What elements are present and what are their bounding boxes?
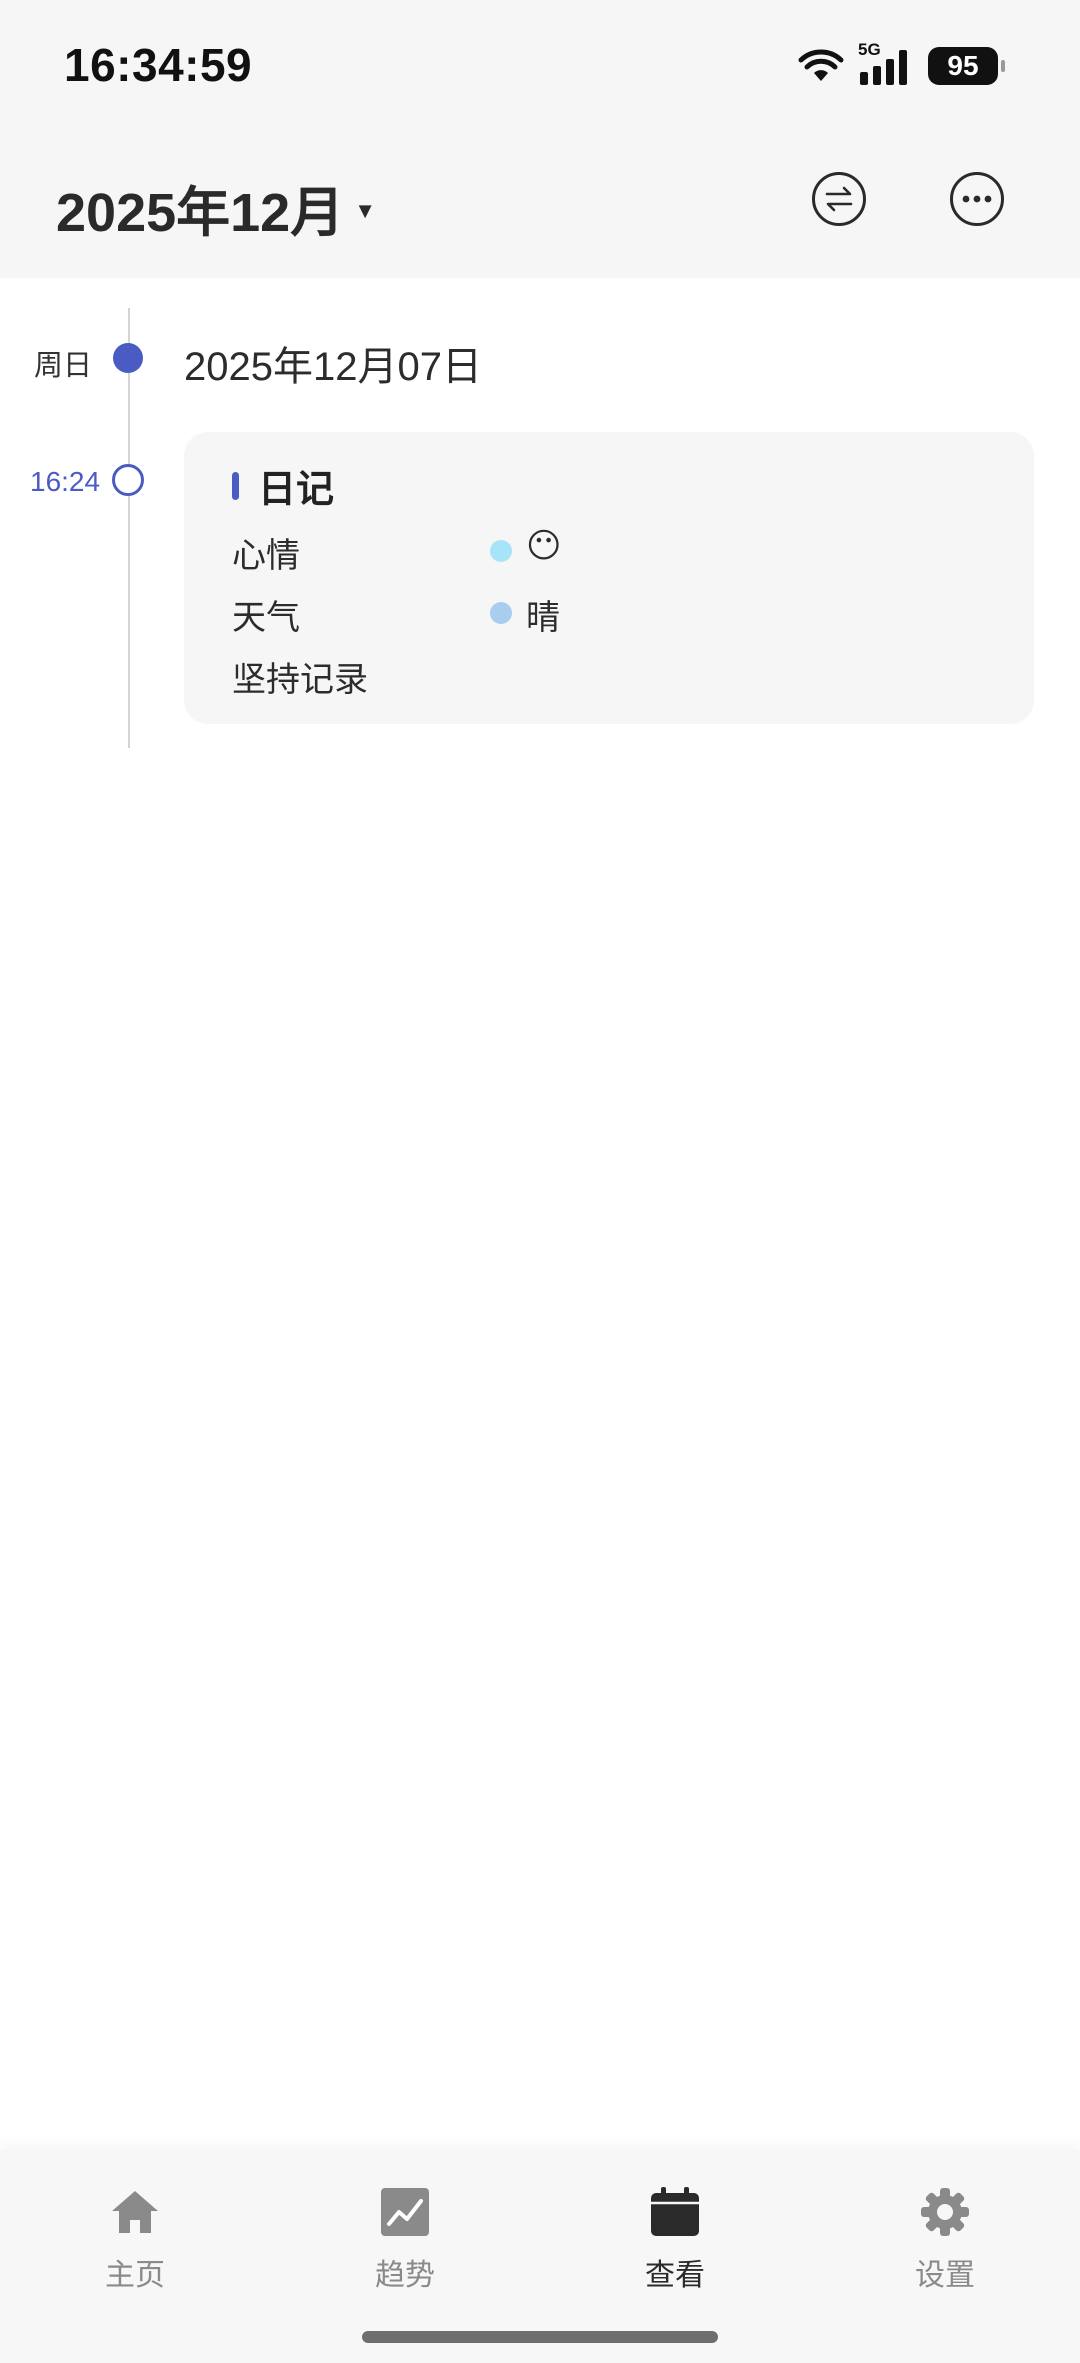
- header: 2025年12月 ▼: [0, 130, 1080, 278]
- day-marker: [113, 343, 143, 373]
- status-indicators: 5G 95: [798, 40, 1005, 88]
- month-title: 2025年12月: [56, 183, 345, 243]
- battery-level: 95: [947, 50, 979, 81]
- mood-dot: [490, 540, 512, 562]
- tab-view[interactable]: 查看: [605, 2186, 745, 2296]
- diary-entry-card[interactable]: 日记 心情 😶 天气 晴 坚持记录: [184, 432, 1034, 724]
- status-time: 16:34:59: [64, 39, 253, 91]
- gear-icon: [921, 2188, 969, 2236]
- entry-time: 16:24: [30, 466, 101, 497]
- title-accent-bar: [232, 472, 239, 500]
- swap-arrows-icon: [825, 186, 853, 212]
- timeline-line: [128, 308, 130, 748]
- tab-settings[interactable]: 设置: [875, 2186, 1015, 2296]
- streak-label: 坚持记录: [232, 661, 368, 699]
- weather-dot: [490, 602, 512, 624]
- more-dots-icon: [962, 195, 992, 203]
- date-heading: 2025年12月07日: [184, 345, 482, 389]
- entry-title: 日记: [258, 469, 335, 511]
- month-selector[interactable]: 2025年12月 ▼: [56, 168, 376, 247]
- more-button[interactable]: [950, 172, 1004, 226]
- weather-value: 晴: [526, 599, 560, 637]
- tab-trend[interactable]: 趋势: [335, 2186, 475, 2296]
- mood-value: 😶: [526, 527, 562, 565]
- home-icon: [112, 2191, 158, 2233]
- tab-trend-label: 趋势: [375, 2259, 435, 2292]
- tab-home[interactable]: 主页: [65, 2186, 205, 2296]
- tab-view-label: 查看: [645, 2259, 705, 2292]
- cellular-signal-icon: 5G: [858, 40, 914, 86]
- tab-settings-label: 设置: [915, 2259, 975, 2292]
- wifi-icon: [798, 49, 844, 81]
- mood-label: 心情: [232, 537, 300, 575]
- tab-home-label: 主页: [105, 2259, 165, 2292]
- calendar-icon: [651, 2187, 699, 2236]
- home-indicator: [362, 2331, 718, 2343]
- trend-icon: [381, 2188, 429, 2236]
- weather-label: 天气: [232, 599, 300, 637]
- entry-marker: [112, 464, 144, 496]
- weekday-label: 周日: [34, 350, 93, 382]
- battery-indicator: 95: [928, 47, 1005, 85]
- status-bar: 16:34:59 5G 95: [0, 0, 1080, 130]
- caret-down-icon: ▼: [354, 197, 376, 223]
- switch-view-button[interactable]: [812, 172, 866, 226]
